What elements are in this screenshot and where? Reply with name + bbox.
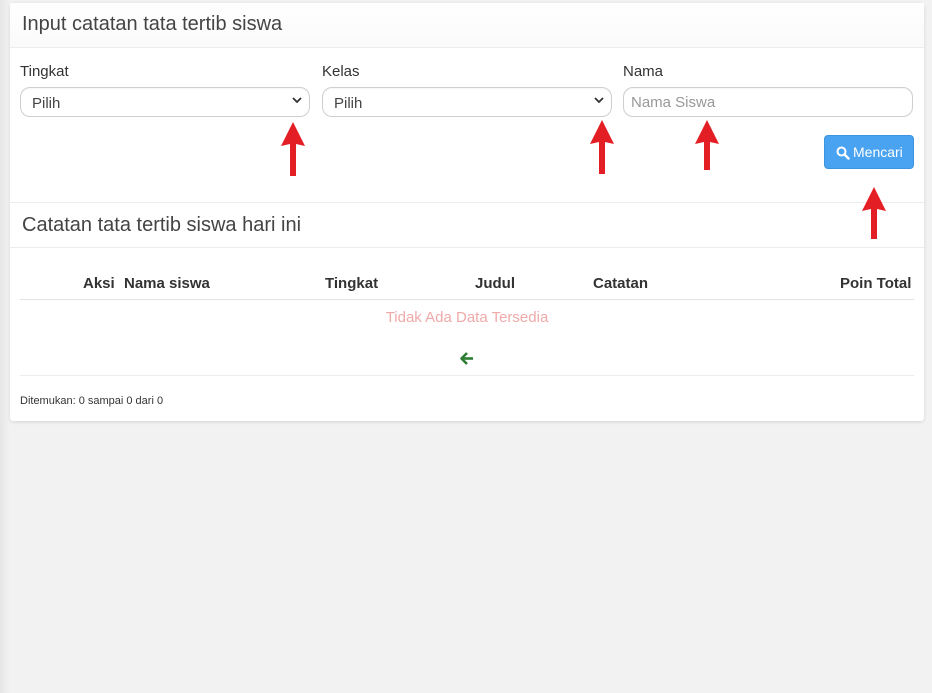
main-card: Input catatan tata tertib siswa Tingkat … bbox=[10, 3, 924, 421]
column-header-tingkat: Tingkat bbox=[325, 275, 379, 292]
column-header-aksi: Aksi bbox=[83, 275, 115, 292]
table-footer-divider bbox=[20, 375, 914, 376]
search-button[interactable]: Mencari bbox=[824, 135, 914, 169]
kelas-selected-value: Pilih bbox=[334, 95, 363, 112]
tingkat-select[interactable]: Pilih bbox=[20, 87, 310, 117]
annotation-arrow-icon bbox=[862, 187, 886, 239]
divider bbox=[10, 202, 924, 203]
card-header: Input catatan tata tertib siswa bbox=[10, 3, 924, 48]
records-title: Catatan tata tertib siswa hari ini bbox=[22, 214, 302, 236]
nama-label: Nama bbox=[623, 63, 664, 80]
empty-table-message: Tidak Ada Data Tersedia bbox=[385, 309, 549, 326]
page-edge-shadow bbox=[0, 0, 10, 693]
tingkat-selected-value: Pilih bbox=[32, 95, 61, 112]
column-header-nama-siswa: Nama siswa bbox=[124, 275, 210, 292]
kelas-select[interactable]: Pilih bbox=[322, 87, 612, 117]
annotation-arrow-icon bbox=[695, 120, 719, 170]
column-header-catatan: Catatan bbox=[593, 275, 649, 292]
search-icon bbox=[836, 146, 850, 160]
annotation-arrow-icon bbox=[281, 122, 305, 176]
tingkat-label: Tingkat bbox=[20, 63, 69, 80]
page-title: Input catatan tata tertib siswa bbox=[22, 13, 283, 35]
column-header-poin-total: Poin Total bbox=[840, 275, 912, 292]
chevron-down-icon bbox=[594, 97, 604, 104]
nama-siswa-placeholder: Nama Siswa bbox=[631, 94, 716, 111]
annotation-arrow-icon bbox=[590, 120, 614, 174]
column-header-judul: Judul bbox=[475, 275, 515, 292]
nama-siswa-input[interactable]: Nama Siswa bbox=[623, 87, 913, 117]
arrow-left-icon[interactable] bbox=[460, 352, 474, 365]
divider bbox=[10, 247, 924, 248]
chevron-down-icon bbox=[292, 97, 302, 104]
kelas-label: Kelas bbox=[322, 63, 360, 80]
table-header-divider bbox=[20, 299, 914, 300]
results-count: Ditemukan: 0 sampai 0 dari 0 bbox=[20, 395, 164, 407]
search-button-label: Mencari bbox=[853, 144, 903, 160]
